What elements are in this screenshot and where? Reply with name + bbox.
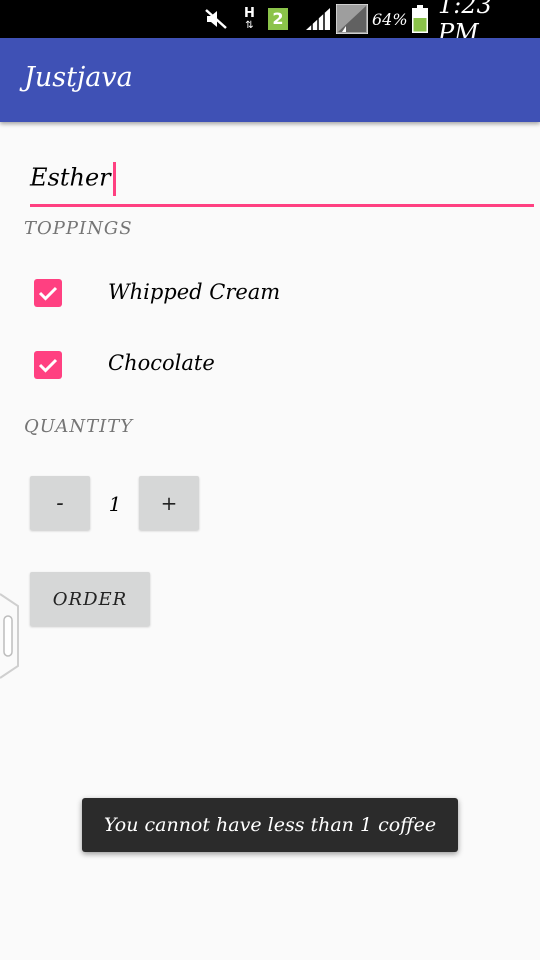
toppings-heading: TOPPINGS [24,218,133,239]
data-arrows-icon: ⇅ [245,20,254,31]
network-indicator: H ⇅ [244,0,255,38]
sim-badge: 2 [268,0,288,38]
battery-icon [412,0,428,38]
text-cursor [112,162,116,196]
checkmark-icon [38,286,58,301]
name-input[interactable]: Esther [30,162,116,196]
clock: 1:23 PM [438,0,492,47]
whipped-cream-label[interactable]: Whipped Cream [108,280,280,304]
mute-icon [204,0,228,38]
quantity-heading: QUANTITY [24,416,134,437]
name-field[interactable]: Esther [30,156,534,207]
chocolate-label[interactable]: Chocolate [108,351,215,375]
app-bar: Justjava [0,38,540,122]
signal-icon [304,0,330,38]
battery-percent: 64% [372,9,408,29]
order-button[interactable]: ORDER [30,572,150,626]
toast-message: You cannot have less than 1 coffee [82,798,458,852]
checkmark-icon [38,358,58,373]
network-type-label: H [244,6,255,21]
photo-icon [336,0,368,38]
sim-badge-label: 2 [268,8,288,30]
app-title: Justjava [24,62,133,93]
status-bar: H ⇅ 2 64% 1:23 PM [0,0,540,47]
quantity-value: 1 [108,492,122,516]
increment-button[interactable]: + [139,476,199,530]
side-panel-handle[interactable] [0,592,20,680]
decrement-button[interactable]: - [30,476,90,530]
whipped-cream-checkbox[interactable] [34,279,62,307]
name-input-value: Esther [30,163,111,192]
chocolate-checkbox[interactable] [34,351,62,379]
